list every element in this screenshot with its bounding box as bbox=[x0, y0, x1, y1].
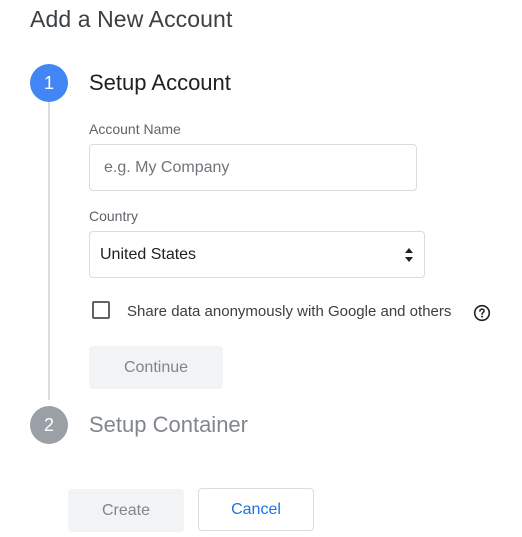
page-title: Add a New Account bbox=[30, 6, 233, 32]
stepper-connector-line bbox=[48, 100, 50, 400]
account-name-input[interactable] bbox=[89, 144, 417, 191]
continue-button[interactable]: Continue bbox=[89, 346, 223, 389]
share-data-checkbox[interactable] bbox=[92, 301, 110, 319]
help-circle-icon[interactable] bbox=[473, 304, 491, 322]
step-1-title: Setup Account bbox=[89, 70, 231, 95]
country-select[interactable]: United States bbox=[89, 231, 425, 278]
step-1-indicator: 1 bbox=[30, 64, 68, 102]
select-arrows-icon bbox=[405, 247, 413, 262]
create-button[interactable]: Create bbox=[68, 489, 184, 532]
step-2-title: Setup Container bbox=[89, 412, 248, 437]
cancel-button[interactable]: Cancel bbox=[198, 488, 314, 531]
country-selected-value: United States bbox=[100, 245, 197, 263]
step-2-indicator: 2 bbox=[30, 406, 68, 444]
country-label: Country bbox=[89, 208, 139, 224]
add-account-page: Add a New Account 1 Setup Account Accoun… bbox=[0, 0, 522, 537]
share-data-label[interactable]: Share data anonymously with Google and o… bbox=[127, 303, 451, 320]
account-name-label: Account Name bbox=[89, 121, 181, 137]
